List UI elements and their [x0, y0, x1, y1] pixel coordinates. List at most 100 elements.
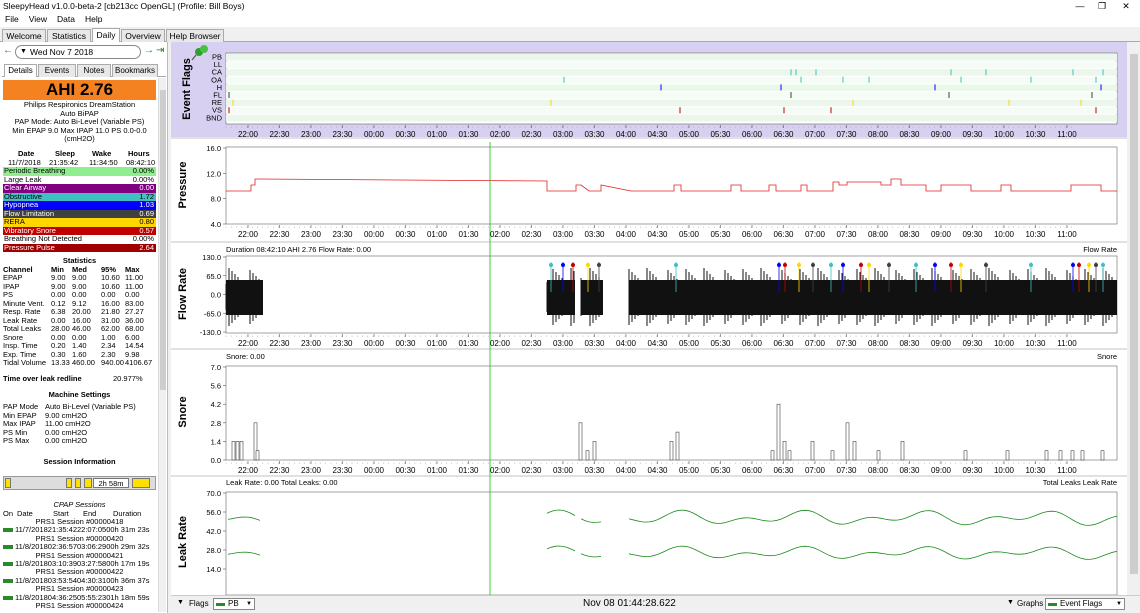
- y-tick-label: 1.4: [211, 437, 221, 446]
- pressure-ylabel: Pressure: [177, 161, 189, 208]
- y-tick-label: 0.0: [211, 456, 221, 465]
- details-panel: ← ▼ Wed Nov 7 2018 → ⇥ Details Events No…: [0, 42, 168, 613]
- menu-help[interactable]: Help: [80, 13, 107, 25]
- tab-help-browser[interactable]: Help Browser: [166, 29, 224, 42]
- time-tick-label: 04:00: [616, 230, 637, 239]
- time-tick-label: 09:30: [962, 230, 983, 239]
- snore-bar: [776, 403, 781, 461]
- flow-event-dot: [1077, 263, 1081, 267]
- subtab-bookmarks[interactable]: Bookmarks: [112, 64, 158, 77]
- y-tick-label: 130.0: [202, 253, 221, 262]
- tab-overview[interactable]: Overview: [121, 29, 165, 42]
- close-button[interactable]: ✕: [1114, 0, 1138, 13]
- time-tick-label: 00:00: [364, 130, 385, 139]
- time-tick-label: 05:00: [679, 339, 700, 348]
- date-picker[interactable]: ▼ Wed Nov 7 2018: [15, 45, 141, 59]
- snore-bar: [239, 441, 244, 461]
- subtab-details[interactable]: Details: [4, 64, 37, 77]
- date-navigator: ← ▼ Wed Nov 7 2018 → ⇥: [0, 44, 167, 60]
- pressure-units: (cmH2O): [64, 134, 95, 143]
- subtab-notes[interactable]: Notes: [77, 64, 111, 77]
- graphs-svg[interactable]: PBLLCAOAHFLREVSBND Event Flags 22:00 22:3…: [171, 42, 1127, 596]
- time-tick-label: 23:00: [301, 466, 322, 475]
- details-scrollbar[interactable]: [158, 78, 166, 612]
- time-tick-label: 01:30: [458, 466, 479, 475]
- time-tick-label: 05:00: [679, 130, 700, 139]
- maximize-button[interactable]: ❐: [1090, 0, 1114, 13]
- time-tick-label: 07:30: [836, 230, 857, 239]
- tab-daily[interactable]: Daily: [92, 28, 120, 42]
- main-tabs: Welcome Statistics Daily Overview Help B…: [0, 28, 1140, 42]
- window-title: SleepyHead v1.0.0-beta-2 [cb213cc OpenGL…: [3, 1, 245, 11]
- flag-row-label: BND: [206, 113, 222, 122]
- leak-plot: [225, 491, 1118, 596]
- menu-view[interactable]: View: [24, 13, 52, 25]
- flow-event-dot: [867, 263, 871, 267]
- subtab-events[interactable]: Events: [38, 64, 76, 77]
- flow-event-dot: [674, 263, 678, 267]
- y-tick-label: 4.0: [211, 220, 221, 229]
- time-tick-label: 08:00: [868, 230, 889, 239]
- snore-bar: [675, 431, 680, 461]
- y-tick-label: -130.0: [200, 328, 221, 337]
- flags-select[interactable]: PB ▼: [213, 598, 255, 610]
- time-axis-snore: 22:00 22:30 23:00 23:30 00:00 00:30 01:00 01:30…: [225, 461, 1077, 475]
- time-tick-label: 11:00: [1057, 130, 1077, 139]
- minimize-button[interactable]: —: [1068, 0, 1092, 13]
- time-tick-label: 00:00: [364, 230, 385, 239]
- time-tick-label: 23:00: [301, 130, 322, 139]
- time-tick-label: 03:30: [584, 466, 605, 475]
- graphs-select[interactable]: Event Flags ▼: [1045, 598, 1125, 610]
- snore-bar: [1005, 450, 1010, 461]
- time-tick-label: 04:30: [647, 339, 668, 348]
- time-tick-label: 22:30: [269, 130, 290, 139]
- time-tick-label: 00:00: [364, 466, 385, 475]
- tab-statistics[interactable]: Statistics: [47, 29, 91, 42]
- flow-event-dot: [887, 263, 891, 267]
- session-enabled-indicator: [3, 578, 13, 583]
- y-tick-label: 5.6: [211, 382, 221, 391]
- last-day-button[interactable]: ⇥: [156, 45, 164, 56]
- flow-ticks: 130.0 65.0 0.0 -65.0 -130.0: [200, 253, 226, 337]
- index-row: Pressure Pulse 2.64: [3, 243, 156, 252]
- time-tick-label: 04:00: [616, 130, 637, 139]
- snore-bar: [900, 441, 905, 461]
- session-timeline-bar[interactable]: 2h 58m: [3, 476, 156, 490]
- chevron-down-icon[interactable]: ▼: [1007, 599, 1014, 606]
- time-tick-label: 05:30: [710, 230, 731, 239]
- tab-welcome[interactable]: Welcome: [2, 29, 46, 42]
- time-tick-label: 03:30: [584, 230, 605, 239]
- y-tick-label: 14.0: [206, 565, 221, 574]
- status-bar: ▼ Flags PB ▼ Nov 08 01:44:28.622 ▼ Graph…: [171, 595, 1140, 613]
- time-tick-label: 04:30: [647, 130, 668, 139]
- time-tick-label: 06:30: [773, 339, 794, 348]
- time-tick-label: 08:00: [868, 130, 889, 139]
- y-tick-label: 2.8: [211, 419, 221, 428]
- menu-data[interactable]: Data: [52, 13, 80, 25]
- chevron-down-icon[interactable]: ▼: [177, 599, 184, 606]
- leak-ylabel: Leak Rate: [177, 516, 189, 568]
- flow-event-dot: [959, 263, 963, 267]
- time-tick-label: 03:30: [584, 130, 605, 139]
- time-tick-label: 02:30: [521, 466, 542, 475]
- time-tick-label: 07:30: [836, 130, 857, 139]
- menu-file[interactable]: File: [0, 13, 24, 25]
- snore-bar: [235, 441, 240, 461]
- time-tick-label: 08:30: [899, 466, 920, 475]
- flow-event-dot: [597, 263, 601, 267]
- time-tick-label: 06:30: [773, 130, 794, 139]
- time-tick-label: 02:30: [521, 339, 542, 348]
- time-tick-label: 01:00: [427, 230, 448, 239]
- time-tick-label: 11:00: [1057, 466, 1077, 475]
- graphs-scrollbar[interactable]: [1128, 42, 1140, 595]
- snore-ticks: 7.0 5.6 4.2 2.8 1.4 0.0: [211, 363, 226, 465]
- flow-event-dot: [1087, 263, 1091, 267]
- title-bar: SleepyHead v1.0.0-beta-2 [cb213cc OpenGL…: [0, 0, 1140, 13]
- prev-day-button[interactable]: ←: [3, 45, 13, 56]
- time-tick-label: 06:30: [773, 230, 794, 239]
- next-day-button[interactable]: →: [144, 45, 154, 56]
- flow-event-dot: [841, 263, 845, 267]
- session-name: PRS1 Session #00000424: [35, 601, 124, 610]
- session-enabled-indicator: [3, 528, 13, 533]
- time-tick-label: 07:00: [805, 230, 826, 239]
